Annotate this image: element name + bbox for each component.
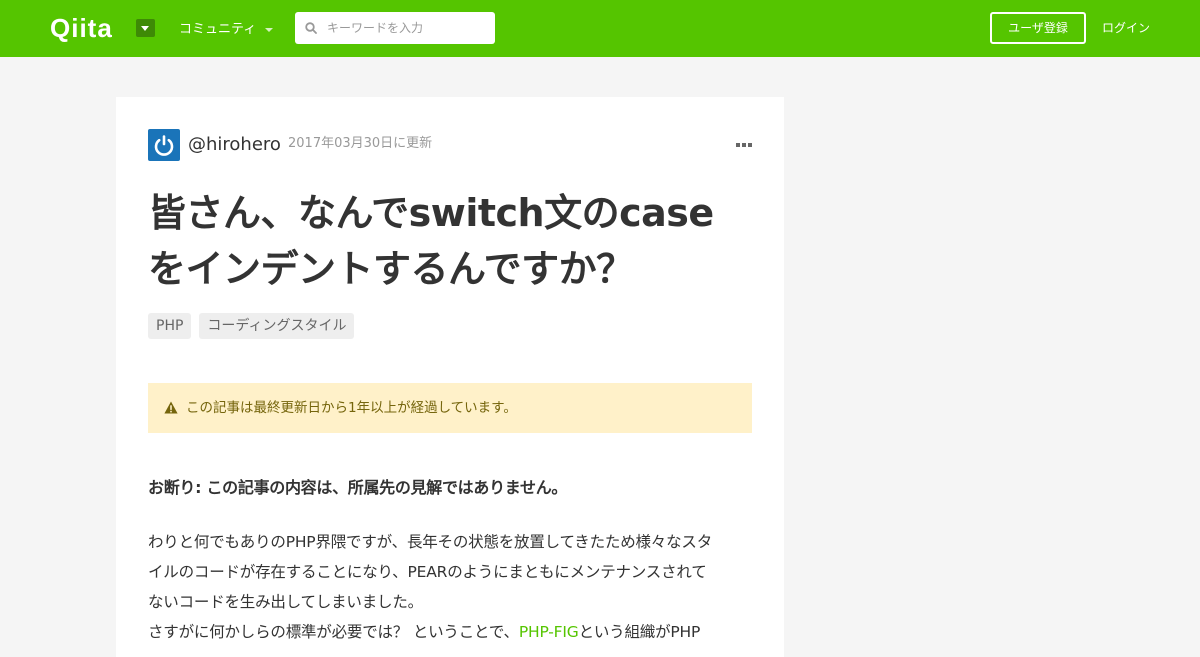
article-card: @hirohero 2017年03月30日に更新 皆さん、なんでswitch文の… — [116, 97, 784, 657]
notice-text: この記事は最終更新日から1年以上が経過しています。 — [186, 400, 517, 416]
disclaimer-text: お断り: この記事の内容は、所属先の見解ではありません。 — [148, 478, 568, 497]
avatar[interactable] — [148, 129, 180, 161]
tag-coding-style[interactable]: コーディングスタイル — [199, 313, 355, 339]
dot-icon — [748, 143, 752, 147]
logo-menu-toggle[interactable] — [136, 19, 155, 37]
tag-php[interactable]: PHP — [148, 313, 192, 339]
outdated-notice: この記事は最終更新日から1年以上が経過しています。 — [148, 383, 752, 433]
tag-list: PHP コーディングスタイル — [148, 313, 355, 339]
php-fig-link[interactable]: PHP-FIG — [519, 623, 579, 641]
qiita-logo[interactable]: Qiita — [50, 13, 113, 43]
login-link[interactable]: ログイン — [1102, 20, 1150, 36]
top-navbar: Qiita コミュニティ ユーザ登録 ログイン — [0, 0, 1200, 57]
search-icon — [305, 22, 317, 34]
article-body: わりと何でもありのPHP界隈ですが、長年その状態を放置してきたため様々なスタ イ… — [148, 527, 752, 647]
search-input[interactable] — [327, 12, 487, 44]
power-icon — [154, 135, 174, 156]
paragraph-line: ないコードを生み出してしまいました。 — [148, 593, 423, 611]
more-options-button[interactable] — [736, 143, 752, 147]
community-menu[interactable]: コミュニティ — [179, 21, 274, 38]
caret-down-icon — [265, 27, 274, 32]
community-label: コミュニティ — [179, 22, 257, 37]
paragraph-line: わりと何でもありのPHP界隈ですが、長年その状態を放置してきたため様々なスタ — [148, 533, 713, 551]
paragraph-text: という組織がPHP — [578, 623, 701, 641]
article-title: 皆さん、なんでswitch文のcase をインデントするんですか？ — [148, 185, 748, 297]
paragraph-text: さすがに何かしらの標準が必要では？ ということで、 — [148, 623, 519, 641]
dot-icon — [736, 143, 740, 147]
search-box[interactable] — [295, 12, 495, 44]
paragraph-line: イルのコードが存在することになり、PEARのようにまともにメンテナンスされて — [148, 563, 707, 581]
caret-down-icon — [141, 26, 149, 31]
dot-icon — [742, 143, 746, 147]
author-username[interactable]: @hirohero — [188, 134, 281, 156]
paragraph: さすがに何かしらの標準が必要では？ ということで、PHP-FIGという組織がPH… — [148, 617, 752, 647]
title-line-1: 皆さん、なんでswitch文のcase — [148, 191, 714, 235]
updated-date: 2017年03月30日に更新 — [288, 136, 433, 151]
title-line-2: をインデントするんですか？ — [148, 247, 634, 291]
paragraph: わりと何でもありのPHP界隈ですが、長年その状態を放置してきたため様々なスタ イ… — [148, 527, 752, 617]
warning-icon — [164, 401, 178, 414]
signup-button[interactable]: ユーザ登録 — [990, 12, 1086, 44]
